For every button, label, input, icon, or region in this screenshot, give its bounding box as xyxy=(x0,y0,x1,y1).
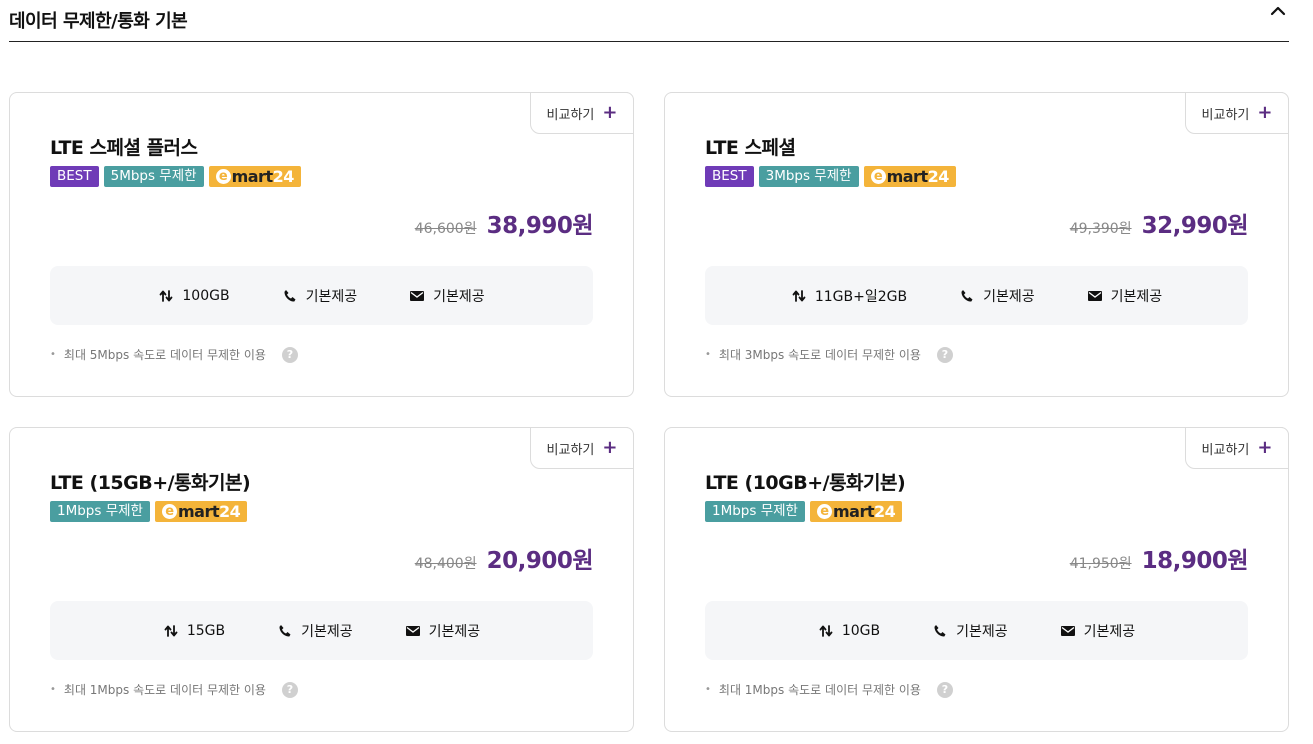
spec-sms: 기본제공 xyxy=(405,621,480,641)
spec-box: 15GB 기본제공 기본제공 xyxy=(50,601,593,660)
data-transfer-icon xyxy=(818,623,834,639)
spec-box: 10GB 기본제공 기본제공 xyxy=(705,601,1248,660)
badge-group: BEST 5Mbps 무제한 e mart 24 xyxy=(50,166,301,188)
badge-group: 1Mbps 무제한 e mart 24 xyxy=(705,501,903,523)
chevron-up-icon xyxy=(1270,6,1286,16)
emart24-badge: e mart 24 xyxy=(208,166,301,187)
spec-call: 기본제공 xyxy=(282,286,357,306)
sale-price: 32,990원 xyxy=(1141,213,1249,239)
spec-box: 11GB+일2GB 기본제공 기본제공 xyxy=(705,266,1248,325)
spec-call: 기본제공 xyxy=(932,621,1008,641)
mail-icon xyxy=(1087,288,1103,304)
spec-data: 100GB xyxy=(158,288,230,304)
plan-name: LTE (15GB+/통화기본) xyxy=(50,472,251,494)
best-badge: BEST xyxy=(705,166,754,187)
phone-icon xyxy=(932,623,948,639)
plus-icon: + xyxy=(1257,102,1273,123)
bullet-icon: • xyxy=(50,349,56,360)
plus-icon: + xyxy=(602,437,618,458)
emart24-badge: e mart 24 xyxy=(154,501,248,522)
data-transfer-icon xyxy=(158,288,174,304)
spec-box: 100GB 기본제공 기본제공 xyxy=(50,266,593,325)
compare-label: 비교하기 xyxy=(1201,107,1250,123)
plan-name: LTE 스페셜 xyxy=(705,137,796,159)
plan-name: LTE 스페셜 플러스 xyxy=(50,137,198,159)
spec-call: 기본제공 xyxy=(277,621,353,641)
emart24-badge: e mart 24 xyxy=(809,501,903,522)
bullet-icon: • xyxy=(50,684,56,695)
sale-price: 20,900원 xyxy=(486,548,594,574)
plan-note: • 최대 1Mbps 속도로 데이터 무제한 이용 ? xyxy=(50,681,298,698)
badge-group: 1Mbps 무제한 e mart 24 xyxy=(50,501,248,523)
plus-icon: + xyxy=(1257,437,1273,458)
question-circle-icon[interactable]: ? xyxy=(281,346,298,363)
emart-logo-icon: e xyxy=(161,504,177,519)
emart-logo-icon: e xyxy=(215,169,231,184)
compare-label: 비교하기 xyxy=(1201,442,1250,458)
speed-badge: 1Mbps 무제한 xyxy=(705,501,805,522)
sale-price: 18,900원 xyxy=(1141,548,1249,574)
plan-card: 비교하기 + LTE (15GB+/통화기본) 1Mbps 무제한 e mart 2… xyxy=(9,427,634,732)
question-circle-icon[interactable]: ? xyxy=(936,346,953,363)
question-circle-icon[interactable]: ? xyxy=(281,681,298,698)
mail-icon xyxy=(409,288,425,304)
plan-card: 비교하기 + LTE 스페셜 BEST 3Mbps 무제한 e mart 24 49… xyxy=(664,92,1289,397)
mail-icon xyxy=(405,623,421,639)
phone-icon xyxy=(959,288,975,304)
section-header: 데이터 무제한/통화 기본 xyxy=(9,0,1289,42)
spec-sms: 기본제공 xyxy=(409,286,485,306)
original-price: 41,950원 xyxy=(1069,556,1132,572)
phone-icon xyxy=(277,623,293,639)
plan-note: • 최대 5Mbps 속도로 데이터 무제한 이용 ? xyxy=(50,346,298,363)
emart24-badge: e mart 24 xyxy=(863,166,956,187)
original-price: 49,390원 xyxy=(1069,221,1132,237)
spec-call: 기본제공 xyxy=(959,286,1035,306)
best-badge: BEST xyxy=(50,166,99,187)
sale-price: 38,990원 xyxy=(486,213,594,239)
bullet-icon: • xyxy=(705,684,711,695)
collapse-button[interactable] xyxy=(1267,0,1289,22)
speed-badge: 5Mbps 무제한 xyxy=(103,166,204,187)
price-row: 48,400원 20,900원 xyxy=(414,541,594,575)
spec-data: 11GB+일2GB xyxy=(791,286,907,306)
original-price: 46,600원 xyxy=(414,221,477,237)
plan-card: 비교하기 + LTE 스페셜 플러스 BEST 5Mbps 무제한 e mart 2… xyxy=(9,92,634,397)
compare-label: 비교하기 xyxy=(546,442,595,458)
compare-button[interactable]: 비교하기 + xyxy=(530,92,634,134)
bullet-icon: • xyxy=(705,349,711,360)
compare-button[interactable]: 비교하기 + xyxy=(1185,427,1289,469)
price-row: 41,950원 18,900원 xyxy=(1069,541,1249,575)
speed-badge: 3Mbps 무제한 xyxy=(758,166,859,187)
data-transfer-icon xyxy=(163,623,179,639)
plan-card: 비교하기 + LTE (10GB+/통화기본) 1Mbps 무제한 e mart 2… xyxy=(664,427,1289,732)
section-title: 데이터 무제한/통화 기본 xyxy=(9,11,188,32)
price-row: 49,390원 32,990원 xyxy=(1069,206,1249,240)
original-price: 48,400원 xyxy=(414,556,477,572)
plan-note: • 최대 3Mbps 속도로 데이터 무제한 이용 ? xyxy=(705,346,953,363)
emart-logo-icon: e xyxy=(816,504,832,519)
badge-group: BEST 3Mbps 무제한 e mart 24 xyxy=(705,166,956,188)
plus-icon: + xyxy=(602,102,618,123)
spec-data: 15GB xyxy=(163,623,225,639)
plan-note: • 최대 1Mbps 속도로 데이터 무제한 이용 ? xyxy=(705,681,953,698)
emart-logo-icon: e xyxy=(870,169,886,184)
phone-icon xyxy=(282,288,298,304)
spec-sms: 기본제공 xyxy=(1087,286,1162,306)
compare-button[interactable]: 비교하기 + xyxy=(1185,92,1289,134)
question-circle-icon[interactable]: ? xyxy=(936,681,953,698)
data-transfer-icon xyxy=(791,288,807,304)
speed-badge: 1Mbps 무제한 xyxy=(50,501,150,522)
spec-sms: 기본제공 xyxy=(1060,621,1135,641)
plan-name: LTE (10GB+/통화기본) xyxy=(705,472,906,494)
compare-label: 비교하기 xyxy=(546,107,595,123)
price-row: 46,600원 38,990원 xyxy=(414,206,594,240)
compare-button[interactable]: 비교하기 + xyxy=(530,427,634,469)
spec-data: 10GB xyxy=(818,623,880,639)
mail-icon xyxy=(1060,623,1076,639)
